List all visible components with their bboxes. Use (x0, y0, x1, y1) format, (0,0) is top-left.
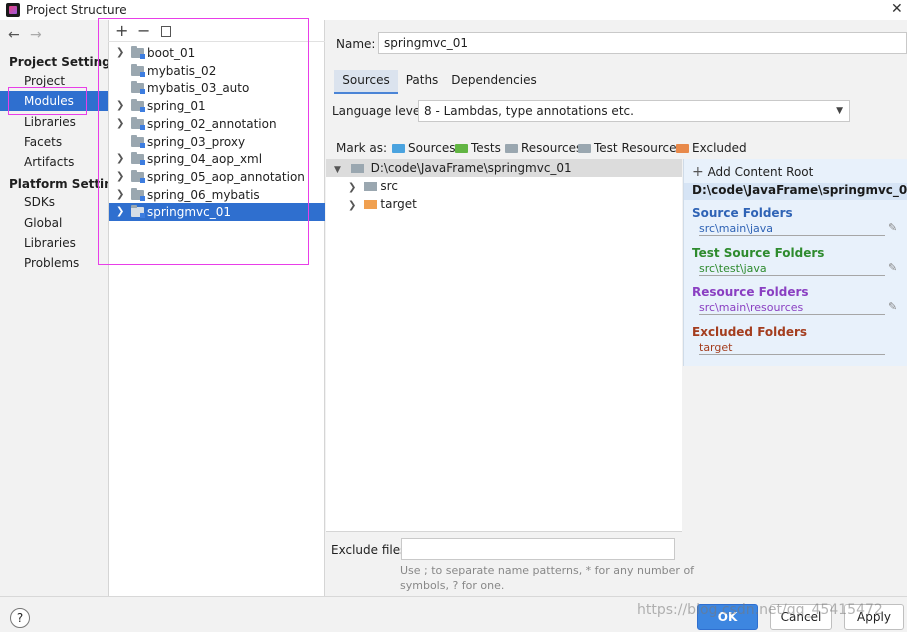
folder-icon (676, 144, 689, 153)
folder-icon (392, 144, 405, 153)
back-arrow-icon[interactable]: ← (8, 27, 20, 43)
folder-path-text: target (699, 340, 733, 354)
content-tree-row[interactable]: ❯ src (326, 177, 682, 195)
exclude-hint-line1: Use ; to separate name patterns, * for a… (400, 564, 695, 577)
folder-icon (350, 164, 364, 173)
folder-path-entry[interactable]: src\main\java (699, 222, 885, 236)
exclude-files-label: Exclude files: (331, 543, 411, 557)
folder-name: src (380, 179, 398, 193)
chevron-down-icon: ▼ (334, 165, 341, 175)
content-root-tree: ▼ D:\code\JavaFrame\springmvc_01 ❯ src ❯ ta… (326, 159, 682, 531)
language-level-value: 8 - Lambdas, type annotations etc. (424, 104, 634, 118)
nav-item-problems[interactable]: Problems (0, 253, 108, 273)
tab-sources[interactable]: Sources (334, 70, 398, 94)
folder-path-text: src\main\java (699, 222, 774, 235)
tab-dependencies[interactable]: Dependencies (450, 70, 538, 94)
folder-path-text: src\main\resources (699, 301, 804, 314)
mark-as-label: Mark as: (336, 141, 388, 155)
content-root-details-panel: + Add Content Root D:\code\JavaFrame\spr… (683, 159, 907, 366)
plus-icon: + (692, 164, 704, 180)
modules-highlight-box (8, 87, 87, 115)
window-title: Project Structure (26, 3, 127, 17)
edit-icon[interactable]: ✎ (888, 300, 897, 313)
folder-icon (364, 200, 378, 209)
mark-as-sources-button[interactable]: Sources (392, 140, 455, 156)
content-root-path-header: D:\code\JavaFrame\springmvc_01 (684, 183, 907, 200)
folder-icon (364, 182, 378, 191)
mark-as-label-text: Excluded (692, 141, 747, 155)
edit-icon[interactable]: ✎ (888, 261, 897, 274)
content-tree-row[interactable]: ❯ target (326, 195, 682, 213)
module-tree-highlight-box (98, 18, 309, 265)
module-name-field[interactable]: springmvc_01 (378, 32, 907, 54)
exclude-hint-line2: symbols, ? for one. (400, 579, 505, 592)
mark-as-tests-button[interactable]: Tests (455, 140, 501, 156)
folder-group-header: Excluded Folders (692, 324, 808, 339)
mark-as-label-text: Tests (471, 141, 501, 155)
folder-icon (578, 144, 591, 153)
folder-icon (455, 144, 468, 153)
add-content-root-label: Add Content Root (707, 165, 814, 179)
nav-item-libraries[interactable]: Libraries (0, 112, 108, 132)
chevron-down-icon: ▼ (836, 106, 843, 116)
mark-as-label-text: Resources (521, 141, 583, 155)
folder-name: target (380, 197, 417, 211)
mark-as-test-resources-button[interactable]: Test Resources (578, 140, 683, 156)
chevron-right-icon[interactable]: ❯ (348, 182, 356, 193)
folder-path-entry[interactable]: src\main\resources (699, 301, 885, 315)
folder-group-header: Resource Folders (692, 285, 809, 299)
intellij-app-icon (6, 3, 20, 17)
language-level-select[interactable]: 8 - Lambdas, type annotations etc. ▼ (418, 100, 850, 122)
mark-as-label-text: Test Resources (594, 141, 683, 155)
close-icon[interactable]: ✕ (891, 1, 903, 17)
watermark-text: https://blog.csdn.net/qq_45415472 (637, 602, 883, 618)
nav-item-sdks[interactable]: SDKs (0, 192, 108, 212)
folder-path-entry[interactable]: src\test\java (699, 262, 885, 276)
forward-arrow-icon[interactable]: → (30, 27, 42, 43)
add-content-root-button[interactable]: + Add Content Root (692, 164, 813, 180)
title-bar (0, 0, 907, 20)
folder-group-header: Test Source Folders (692, 245, 825, 260)
nav-item-facets[interactable]: Facets (0, 132, 108, 152)
content-root-path: D:\code\JavaFrame\springmvc_01 (370, 161, 572, 175)
name-label: Name: (336, 37, 376, 51)
folder-path-text: src\test\java (699, 261, 767, 275)
mark-as-label-text: Sources (408, 141, 456, 155)
mark-as-excluded-button[interactable]: Excluded (676, 140, 747, 156)
help-button[interactable]: ? (10, 608, 30, 628)
language-level-label: Language level: (332, 104, 428, 118)
content-root-row[interactable]: ▼ D:\code\JavaFrame\springmvc_01 (326, 159, 682, 177)
folder-icon (505, 144, 518, 153)
nav-item-global-libraries[interactable]: Global Libraries (0, 213, 108, 250)
edit-icon[interactable]: ✎ (888, 221, 897, 234)
folder-group-header: Source Folders (692, 206, 793, 220)
chevron-right-icon[interactable]: ❯ (348, 200, 356, 211)
exclude-files-input[interactable] (401, 538, 675, 560)
folder-path-entry[interactable]: target (699, 341, 885, 355)
empty-area (683, 366, 907, 596)
tab-paths[interactable]: Paths (400, 70, 444, 94)
mark-as-resources-button[interactable]: Resources (505, 140, 582, 156)
nav-item-artifacts[interactable]: Artifacts (0, 152, 108, 172)
